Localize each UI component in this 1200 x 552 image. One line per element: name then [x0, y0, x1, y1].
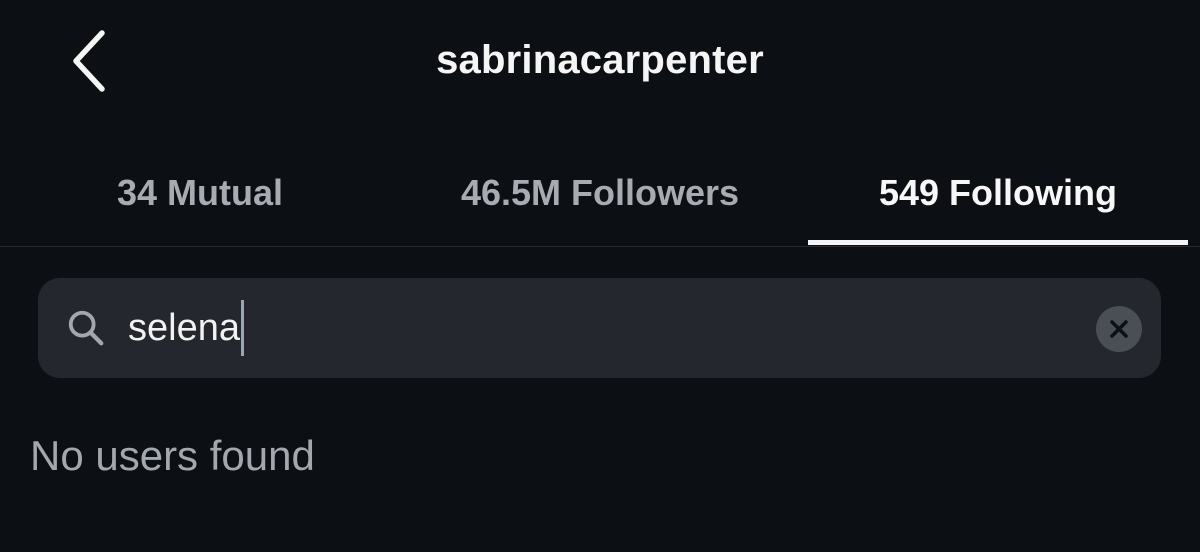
no-results-message: No users found	[30, 432, 315, 479]
header: sabrinacarpenter	[0, 0, 1200, 130]
close-icon	[1110, 320, 1128, 338]
active-tab-indicator	[808, 240, 1188, 245]
page-title: sabrinacarpenter	[436, 38, 764, 82]
search-icon	[68, 310, 104, 346]
search-input[interactable]: selena	[128, 298, 244, 358]
search-input-value: selena	[128, 306, 240, 349]
tab-followers[interactable]: 46.5M Followers	[400, 140, 800, 246]
clear-search-button[interactable]	[1096, 306, 1142, 352]
tab-following[interactable]: 549 Following	[808, 140, 1188, 246]
tab-mutual[interactable]: 34 Mutual	[0, 140, 400, 246]
search-bar[interactable]: selena	[38, 278, 1161, 378]
tab-bar: 34 Mutual 46.5M Followers 549 Following	[0, 140, 1200, 247]
text-caret	[240, 300, 244, 356]
